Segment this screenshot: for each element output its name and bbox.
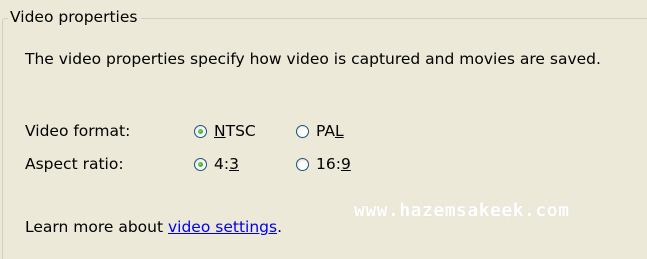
radio-pal-label: PAL xyxy=(316,122,344,140)
learn-more-text: Learn more about video settings. xyxy=(25,216,282,238)
radio-unchecked-icon xyxy=(296,157,309,171)
radio-checked-icon xyxy=(194,124,207,138)
watermark-text: www.hazemsakeek.com xyxy=(354,200,570,221)
video-settings-link[interactable]: video settings xyxy=(168,218,277,236)
radio-16-9[interactable]: 16:9 xyxy=(296,153,351,175)
radio-16-9-label: 16:9 xyxy=(316,155,351,173)
aspect-ratio-label: Aspect ratio: xyxy=(25,155,124,173)
learn-more-prefix: Learn more about xyxy=(25,218,168,236)
radio-ntsc-label: NTSC xyxy=(214,122,256,140)
groupbox-title: Video properties xyxy=(8,7,142,27)
radio-unchecked-icon xyxy=(296,124,309,138)
radio-4-3-label: 4:3 xyxy=(214,155,239,173)
radio-4-3[interactable]: 4:3 xyxy=(194,153,239,175)
video-format-label: Video format: xyxy=(25,122,131,140)
radio-ntsc[interactable]: NTSC xyxy=(194,120,256,142)
group-description: The video properties specify how video i… xyxy=(25,50,601,68)
radio-checked-icon xyxy=(194,157,207,171)
learn-more-suffix: . xyxy=(277,218,282,236)
radio-pal[interactable]: PAL xyxy=(296,120,344,142)
